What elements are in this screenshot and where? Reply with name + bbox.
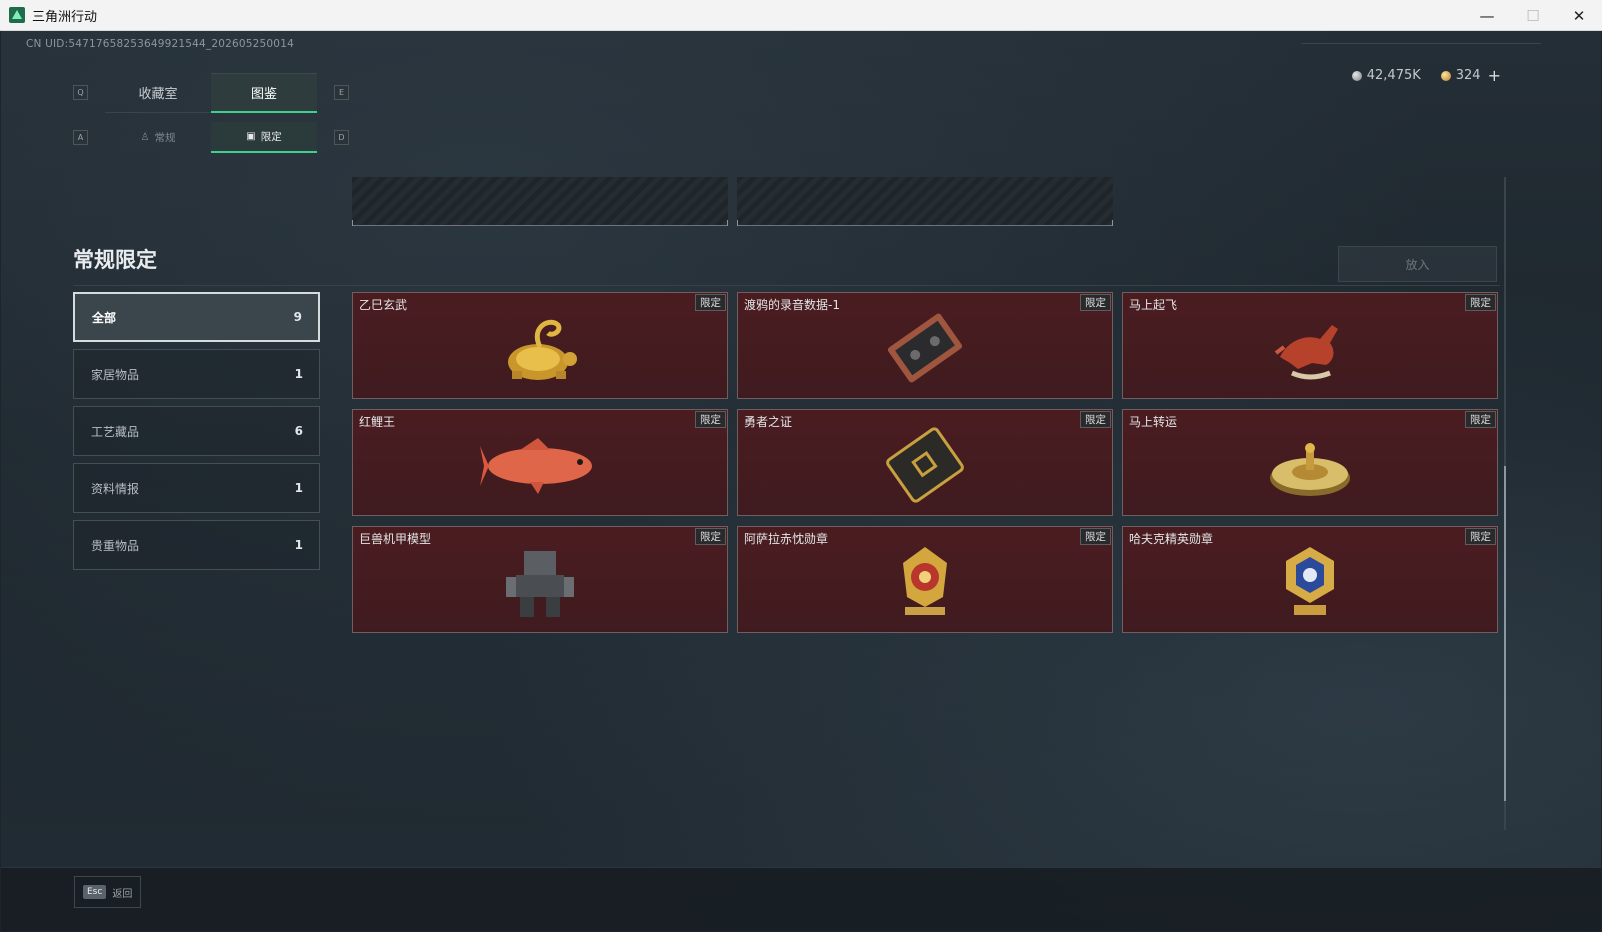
display-slot-1[interactable] bbox=[352, 177, 728, 226]
item-card[interactable]: 阿萨拉赤忱勋章 限定 bbox=[737, 526, 1113, 633]
item-card[interactable]: 乙巳玄武 限定 bbox=[352, 292, 728, 399]
item-card[interactable]: 红鲤王 限定 bbox=[352, 409, 728, 516]
category-count: 9 bbox=[293, 310, 302, 324]
category-label: 贵重物品 bbox=[91, 538, 140, 553]
limited-badge: 限定 bbox=[695, 294, 726, 311]
silver-coin-icon bbox=[1351, 70, 1362, 81]
limited-badge: 限定 bbox=[695, 528, 726, 545]
section-title: 常规限定 bbox=[73, 248, 157, 272]
cassette-tape-icon bbox=[887, 313, 963, 382]
limited-badge: 限定 bbox=[1465, 528, 1496, 545]
red-horse-statue-icon bbox=[1274, 324, 1338, 380]
maximize-button[interactable]: ☐ bbox=[1510, 0, 1556, 31]
item-name: 哈夫克精英勋章 bbox=[1129, 532, 1214, 546]
item-name: 勇者之证 bbox=[744, 415, 793, 429]
item-card[interactable]: 巨兽机甲模型 限定 bbox=[352, 526, 728, 633]
picture-icon: ▣ bbox=[246, 131, 256, 142]
item-card[interactable]: 渡鸦的录音数据-1 限定 bbox=[737, 292, 1113, 399]
item-name: 阿萨拉赤忱勋章 bbox=[744, 532, 829, 546]
tab-catalog[interactable]: 图鉴 bbox=[211, 73, 317, 113]
bottom-bar bbox=[1, 867, 1601, 931]
limited-badge: 限定 bbox=[1080, 294, 1111, 311]
back-label: 返回 bbox=[112, 888, 133, 900]
tab-regular-label: 常规 bbox=[154, 132, 176, 144]
item-name: 红鲤王 bbox=[359, 415, 396, 429]
gold-coin-icon bbox=[1440, 70, 1451, 81]
item-name: 渡鸦的录音数据-1 bbox=[744, 298, 840, 312]
item-card[interactable]: 勇者之证 限定 bbox=[737, 409, 1113, 516]
brave-card-icon bbox=[886, 426, 964, 503]
currency-display: 42,475K 324 + bbox=[1351, 66, 1501, 85]
main-tabs: 收藏室 图鉴 bbox=[105, 73, 317, 113]
gold-amount: 324 bbox=[1455, 68, 1481, 83]
category-label: 家居物品 bbox=[91, 367, 140, 382]
category-all[interactable]: 全部 9 bbox=[73, 292, 320, 342]
section-divider bbox=[73, 285, 1500, 286]
tab-regular[interactable]: ♙ 常规 bbox=[105, 122, 211, 153]
window-title: 三角洲行动 bbox=[32, 9, 98, 25]
key-hint-e: E bbox=[334, 85, 349, 100]
tab-collection-room[interactable]: 收藏室 bbox=[105, 73, 211, 113]
category-label: 工艺藏品 bbox=[91, 424, 140, 439]
mech-model-icon bbox=[506, 550, 574, 617]
item-name: 马上转运 bbox=[1129, 415, 1178, 429]
red-medal-icon bbox=[903, 546, 947, 615]
limited-badge: 限定 bbox=[1465, 411, 1496, 428]
display-slot-2[interactable] bbox=[737, 177, 1113, 226]
window-titlebar: 三角洲行动 — ☐ ✕ bbox=[0, 0, 1602, 31]
gold-currency: 324 + bbox=[1440, 66, 1501, 85]
item-card[interactable]: 马上转运 限定 bbox=[1122, 409, 1498, 516]
limited-badge: 限定 bbox=[1080, 411, 1111, 428]
minimize-button[interactable]: — bbox=[1464, 0, 1510, 31]
limited-badge: 限定 bbox=[1080, 528, 1111, 545]
esc-key-hint: Esc bbox=[83, 885, 107, 899]
close-button[interactable]: ✕ bbox=[1556, 0, 1602, 31]
silver-currency: 42,475K bbox=[1351, 68, 1421, 83]
golden-wheel-icon bbox=[1270, 442, 1350, 496]
item-name: 马上起飞 bbox=[1129, 298, 1178, 312]
limited-badge: 限定 bbox=[1465, 294, 1496, 311]
blue-medal-icon bbox=[1286, 546, 1334, 615]
silver-amount: 42,475K bbox=[1366, 68, 1421, 83]
scrollbar-thumb[interactable] bbox=[1504, 466, 1506, 801]
golden-turtle-snake-icon bbox=[508, 319, 577, 380]
category-count: 1 bbox=[294, 367, 303, 381]
category-list: 全部 9 家居物品 1 工艺藏品 6 资料情报 1 贵重物品 1 bbox=[73, 292, 320, 577]
window-controls: — ☐ ✕ bbox=[1464, 0, 1602, 31]
sub-tabs: ♙ 常规 ▣ 限定 bbox=[105, 122, 317, 153]
category-count: 6 bbox=[294, 424, 303, 438]
tab-limited-label: 限定 bbox=[260, 131, 282, 143]
category-count: 1 bbox=[294, 538, 303, 552]
limited-badge: 限定 bbox=[695, 411, 726, 428]
player-uid: CN UID:5471765825364992154​4_20260525001… bbox=[26, 38, 294, 50]
key-hint-a: A bbox=[73, 130, 88, 145]
tab-limited[interactable]: ▣ 限定 bbox=[211, 122, 317, 153]
category-intel[interactable]: 资料情报 1 bbox=[73, 463, 320, 513]
item-card[interactable]: 马上起飞 限定 bbox=[1122, 292, 1498, 399]
key-hint-d: D bbox=[334, 130, 349, 145]
game-viewport: CN UID:5471765825364992154​4_20260525001… bbox=[1, 31, 1601, 931]
key-hint-q: Q bbox=[73, 85, 88, 100]
category-label: 全部 bbox=[92, 310, 117, 325]
category-crafts[interactable]: 工艺藏品 6 bbox=[73, 406, 320, 456]
trophy-icon: ♙ bbox=[140, 132, 150, 143]
category-count: 1 bbox=[294, 481, 303, 495]
item-card[interactable]: 哈夫克精英勋章 限定 bbox=[1122, 526, 1498, 633]
category-home-items[interactable]: 家居物品 1 bbox=[73, 349, 320, 399]
add-currency-button[interactable]: + bbox=[1488, 66, 1501, 85]
back-button[interactable]: Esc 返回 bbox=[74, 876, 141, 908]
category-label: 资料情报 bbox=[91, 481, 140, 496]
category-valuables[interactable]: 贵重物品 1 bbox=[73, 520, 320, 570]
item-name: 巨兽机甲模型 bbox=[359, 532, 432, 546]
app-logo-icon bbox=[9, 7, 25, 23]
decorative-line bbox=[1301, 43, 1541, 44]
place-button[interactable]: 放入 bbox=[1338, 246, 1497, 282]
red-carp-icon bbox=[480, 437, 592, 494]
item-grid: 乙巳玄武 限定 渡鸦的录音数据-1 限定 马上起飞 限定 红鲤王 限定 勇者之证… bbox=[352, 292, 1498, 633]
item-name: 乙巳玄武 bbox=[359, 298, 408, 312]
